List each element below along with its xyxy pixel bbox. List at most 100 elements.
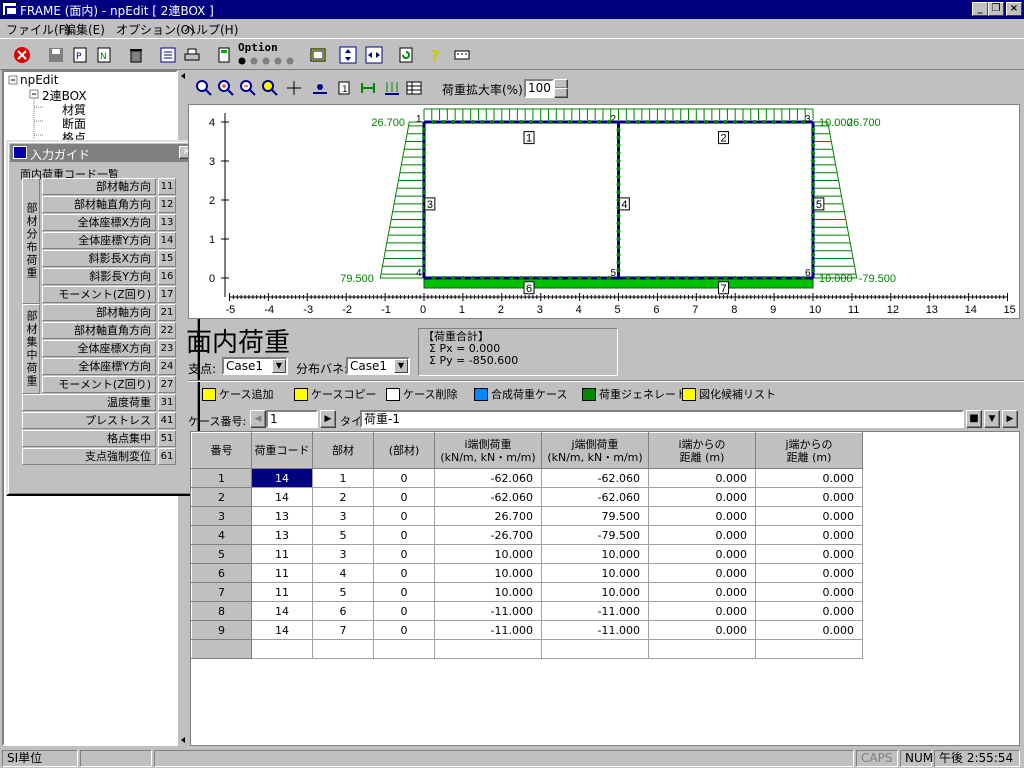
column-header[interactable]: j端側荷重 (kN/m, kN・m/m): [541, 432, 649, 469]
table-cell[interactable]: [251, 639, 313, 659]
maximize-button[interactable]: ❐: [988, 2, 1004, 16]
table-cell[interactable]: -11.000: [541, 601, 649, 621]
row-header[interactable]: 9: [191, 620, 252, 640]
support-icon[interactable]: [356, 76, 380, 100]
table-cell[interactable]: 0.000: [755, 582, 863, 602]
table-cell[interactable]: -79.500: [541, 525, 649, 545]
table-cell[interactable]: -11.000: [541, 620, 649, 640]
option-radio-group[interactable]: [238, 55, 298, 65]
row-header[interactable]: 3: [191, 506, 252, 526]
case-title-input[interactable]: 荷重-1: [360, 410, 964, 428]
support-select[interactable]: Case1 ▼: [222, 357, 288, 375]
table-cell[interactable]: 11: [251, 582, 313, 602]
column-header[interactable]: (部材): [373, 432, 435, 469]
zoom-icon[interactable]: [192, 76, 216, 100]
table-cell[interactable]: 0.000: [755, 468, 863, 488]
table-row[interactable]: [191, 639, 863, 659]
zoom-in-icon[interactable]: [214, 76, 238, 100]
table-cell[interactable]: 0.000: [648, 544, 756, 564]
table-row[interactable]: 3 13 3 0 26.700 79.500 0.000 0.000: [191, 506, 863, 526]
row-header[interactable]: 2: [191, 487, 252, 507]
table-cell[interactable]: 0: [373, 563, 435, 583]
stop-icon[interactable]: [10, 43, 34, 67]
zoom-all-icon[interactable]: [258, 76, 282, 100]
tree-root[interactable]: npEdit: [20, 73, 58, 87]
table-row[interactable]: 1 14 1 0 -62.060 -62.060 0.000 0.000: [191, 468, 863, 488]
table-cell[interactable]: 0: [373, 620, 435, 640]
table-cell[interactable]: 0.000: [648, 601, 756, 621]
table-cell[interactable]: [648, 639, 756, 659]
table-row[interactable]: 4 13 5 0 -26.700 -79.500 0.000 0.000: [191, 525, 863, 545]
dropdown-button[interactable]: ▼: [984, 410, 1000, 428]
table-cell[interactable]: 13: [251, 506, 313, 526]
zoom-out-icon[interactable]: [236, 76, 260, 100]
input-guide-dialog[interactable]: 入力ガイド × 面内荷重コード一覧 部材分布荷重 部材軸方向 11 部材軸直角方向 12…: [6, 140, 200, 496]
table-cell[interactable]: 0.000: [755, 563, 863, 583]
column-header[interactable]: 荷重コード: [251, 432, 313, 469]
save-icon[interactable]: [44, 43, 68, 67]
menu-file[interactable]: ファイル(F): [6, 21, 70, 38]
load-table[interactable]: 番号 荷重コード 部材 (部材) i端側荷重 (kN/m, kN・m/m) j端側荷重 (…: [190, 431, 1020, 746]
column-header[interactable]: i端からの 距離 (m): [648, 432, 756, 469]
add-case-button[interactable]: ケース追加: [202, 384, 273, 404]
table-cell[interactable]: 0.000: [648, 506, 756, 526]
table-cell[interactable]: 10.000: [434, 544, 542, 564]
calculator-icon[interactable]: [212, 43, 236, 67]
new-page-icon[interactable]: N: [92, 43, 116, 67]
table-cell[interactable]: 79.500: [541, 506, 649, 526]
menu-options[interactable]: オプション(O): [116, 21, 195, 38]
printer-icon[interactable]: [180, 43, 204, 67]
table-cell[interactable]: [755, 639, 863, 659]
row-header[interactable]: 8: [191, 601, 252, 621]
table-cell[interactable]: 11: [251, 563, 313, 583]
column-header[interactable]: 部材: [312, 432, 374, 469]
table-cell[interactable]: [312, 639, 374, 659]
table-cell[interactable]: 4: [312, 563, 374, 583]
trash-icon[interactable]: [124, 43, 148, 67]
table-cell[interactable]: 0.000: [755, 525, 863, 545]
table-cell[interactable]: 2: [312, 487, 374, 507]
menu-help[interactable]: ヘルプ(H): [184, 21, 238, 38]
table-cell[interactable]: -62.060: [541, 468, 649, 488]
table-cell[interactable]: -11.000: [434, 601, 542, 621]
support-dropdown-icon[interactable]: ▼: [272, 359, 286, 373]
table-view-icon[interactable]: [402, 76, 426, 100]
load-grid[interactable]: 番号 荷重コード 部材 (部材) i端側荷重 (kN/m, kN・m/m) j端側荷重 (…: [191, 432, 863, 659]
table-cell[interactable]: 26.700: [434, 506, 542, 526]
table-row[interactable]: 2 14 2 0 -62.060 -62.060 0.000 0.000: [191, 487, 863, 507]
spring-dropdown-icon[interactable]: ▼: [394, 359, 408, 373]
minimize-button[interactable]: _: [972, 2, 988, 16]
table-cell[interactable]: [434, 639, 542, 659]
selected-cell[interactable]: 14: [251, 468, 313, 488]
prev-case-button[interactable]: ◀: [250, 410, 266, 428]
table-cell[interactable]: 10.000: [541, 544, 649, 564]
figure-list-button[interactable]: 図化候補リスト: [682, 384, 776, 404]
table-cell[interactable]: 7: [312, 620, 374, 640]
table-cell[interactable]: -62.060: [434, 487, 542, 507]
table-cell[interactable]: 0.000: [648, 468, 756, 488]
refresh-icon[interactable]: [394, 43, 418, 67]
crosshair-icon[interactable]: [282, 76, 306, 100]
table-cell[interactable]: -62.060: [541, 487, 649, 507]
table-cell[interactable]: [373, 639, 435, 659]
vertical-arrows-icon[interactable]: [336, 43, 360, 67]
help-icon[interactable]: ?: [424, 43, 448, 67]
row-header[interactable]: 5: [191, 544, 252, 564]
keyboard-icon[interactable]: [450, 43, 474, 67]
row-header[interactable]: 1: [191, 468, 252, 488]
table-cell[interactable]: 1: [312, 468, 374, 488]
table-cell[interactable]: 3: [312, 544, 374, 564]
table-cell[interactable]: 0: [373, 601, 435, 621]
input-guide-titlebar[interactable]: 入力ガイド ×: [10, 144, 196, 162]
load-display-icon[interactable]: [380, 76, 404, 100]
table-cell[interactable]: 0.000: [755, 487, 863, 507]
next-case-button[interactable]: ▶: [320, 410, 336, 428]
combine-case-button[interactable]: 合成荷重ケース: [474, 384, 567, 404]
table-cell[interactable]: 14: [251, 487, 313, 507]
table-cell[interactable]: -26.700: [434, 525, 542, 545]
column-header[interactable]: 番号: [191, 432, 252, 469]
table-cell[interactable]: 0.000: [648, 563, 756, 583]
table-cell[interactable]: 0: [373, 468, 435, 488]
table-row[interactable]: 8 14 6 0 -11.000 -11.000 0.000 0.000: [191, 601, 863, 621]
tree-view-icon[interactable]: [156, 43, 180, 67]
